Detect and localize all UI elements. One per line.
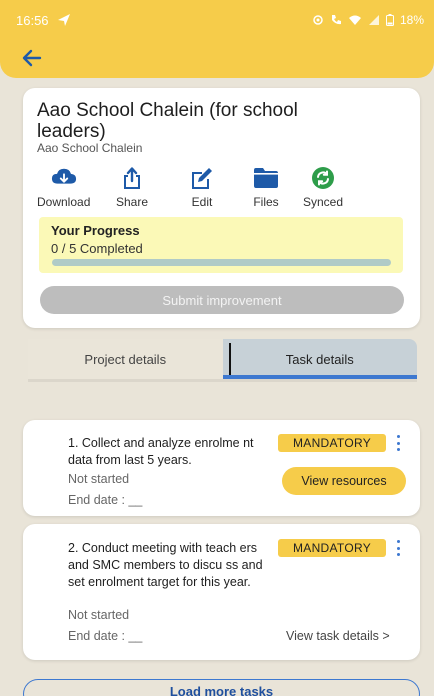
- task-status: Not started: [68, 472, 130, 486]
- cloud-download-icon: [51, 168, 76, 184]
- location-icon: [313, 15, 323, 25]
- files-button[interactable]: Files: [253, 166, 279, 209]
- clock: 16:56: [16, 12, 49, 28]
- back-arrow-icon[interactable]: [20, 46, 44, 70]
- edit-label: Edit: [191, 195, 213, 209]
- project-subtitle: Aao School Chalein: [37, 141, 143, 155]
- task-card: 1. Collect and analyze enrolme nt data f…: [23, 420, 420, 516]
- download-button[interactable]: Download: [37, 166, 90, 209]
- more-options-icon[interactable]: [395, 434, 401, 452]
- navigation-icon: [57, 14, 70, 26]
- progress-panel: Your Progress 0 / 5 Completed: [39, 217, 403, 273]
- tab-divider: [229, 343, 231, 375]
- task-status: Not started: [68, 608, 130, 622]
- submit-improvement-button[interactable]: Submit improvement: [40, 286, 404, 314]
- view-resources-button[interactable]: View resources: [282, 467, 406, 495]
- mandatory-badge: MANDATORY: [278, 539, 386, 557]
- call-icon: [331, 15, 341, 25]
- tabs-shadow: [28, 379, 417, 382]
- sync-icon: [312, 167, 335, 189]
- edit-icon: [192, 168, 212, 189]
- tab-project-details[interactable]: Project details: [28, 339, 223, 379]
- edit-button[interactable]: Edit: [189, 166, 215, 209]
- battery-icon: [385, 14, 394, 26]
- progress-count: 0 / 5 Completed: [51, 241, 143, 256]
- system-status-bar: 16:56 18%: [16, 10, 424, 30]
- share-icon: [124, 167, 141, 189]
- mandatory-badge: MANDATORY: [278, 434, 386, 452]
- app-header: 16:56 18%: [0, 0, 434, 78]
- task-title: 2. Conduct meeting with teach ers and SM…: [68, 541, 263, 589]
- task-title: 1. Collect and analyze enrolme nt data f…: [68, 436, 254, 467]
- synced-label: Synced: [303, 195, 344, 209]
- progress-title: Your Progress: [51, 223, 140, 238]
- signal-icon: [368, 15, 379, 25]
- project-card: Aao School Chalein (for school leaders) …: [23, 88, 420, 328]
- view-task-details-link[interactable]: View task details >: [286, 629, 390, 643]
- project-title: Aao School Chalein (for school leaders): [37, 100, 298, 142]
- details-tabs: Project details Task details: [28, 339, 417, 379]
- share-button[interactable]: Share: [116, 166, 148, 209]
- task-end-date: End date : __: [68, 493, 143, 507]
- wifi-icon: [348, 15, 361, 25]
- folder-icon: [254, 168, 278, 188]
- synced-button[interactable]: Synced: [303, 166, 343, 209]
- share-label: Share: [116, 195, 149, 209]
- task-end-date: End date : __: [68, 629, 143, 643]
- more-options-icon[interactable]: [395, 539, 401, 557]
- load-more-tasks-button[interactable]: Load more tasks: [23, 679, 420, 696]
- tab-task-details[interactable]: Task details: [222, 339, 417, 379]
- progress-bar: [52, 259, 391, 266]
- download-label: Download: [37, 195, 91, 209]
- task-card: 2. Conduct meeting with teach ers and SM…: [23, 524, 420, 660]
- battery-level: 18%: [399, 13, 424, 27]
- files-label: Files: [253, 195, 279, 209]
